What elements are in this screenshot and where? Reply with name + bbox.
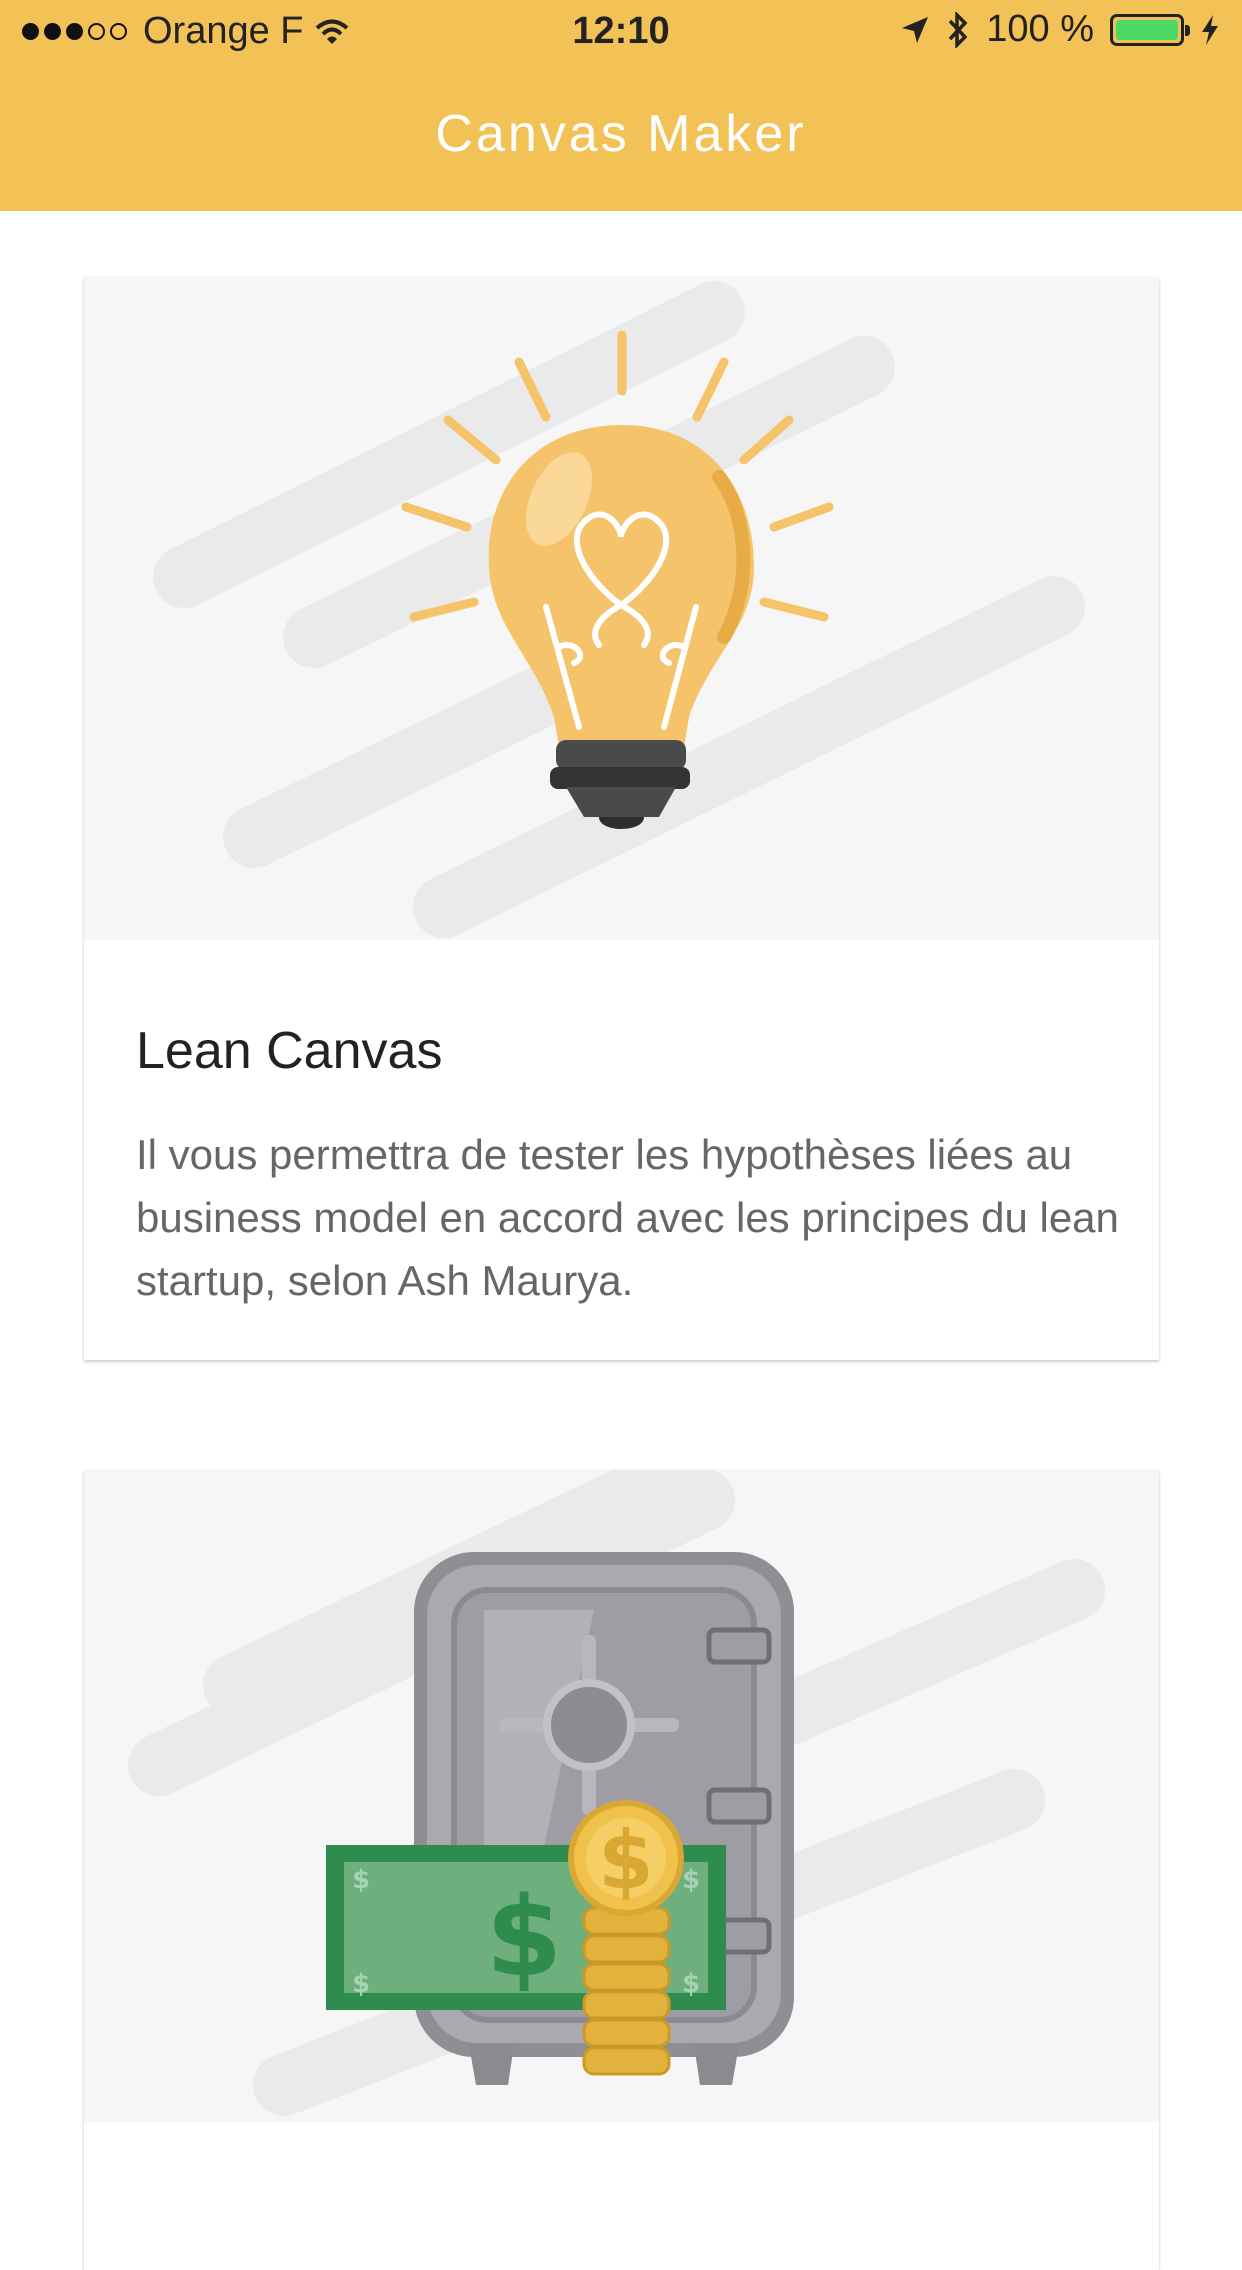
- bluetooth-icon: [948, 11, 968, 48]
- card-image: $ $ $ $ $ $: [84, 1470, 1159, 2122]
- card-image: [84, 277, 1159, 940]
- business-card[interactable]: $ $ $ $ $ $: [84, 1470, 1159, 2270]
- svg-text:$: $: [352, 1865, 370, 1895]
- battery-icon: [1110, 13, 1190, 46]
- lean-canvas-card[interactable]: Lean Canvas Il vous permettra de tester …: [84, 277, 1159, 1360]
- card-title: Lean Canvas: [136, 1022, 443, 1080]
- battery-percent: 100 %: [986, 8, 1094, 50]
- app-header-bar: Orange F 12:10 100 % Canvas Maker: [0, 0, 1242, 211]
- lightbulb-illustration: [153, 281, 1085, 938]
- svg-text:$: $: [682, 1865, 700, 1895]
- svg-text:$: $: [598, 1814, 654, 1907]
- location-arrow-icon: [902, 16, 929, 43]
- svg-text:$: $: [682, 1969, 700, 1999]
- svg-text:$: $: [486, 1873, 563, 2001]
- charging-bolt-icon: [1202, 14, 1218, 45]
- card-description: Il vous permettra de tester les hypothès…: [136, 1131, 1119, 1304]
- page-title: Canvas Maker: [435, 105, 807, 163]
- safe-money-illustration: $ $ $ $ $ $: [128, 1470, 1105, 2116]
- svg-text:$: $: [352, 1969, 370, 1999]
- status-bar: Orange F 12:10 100 %: [0, 0, 1242, 66]
